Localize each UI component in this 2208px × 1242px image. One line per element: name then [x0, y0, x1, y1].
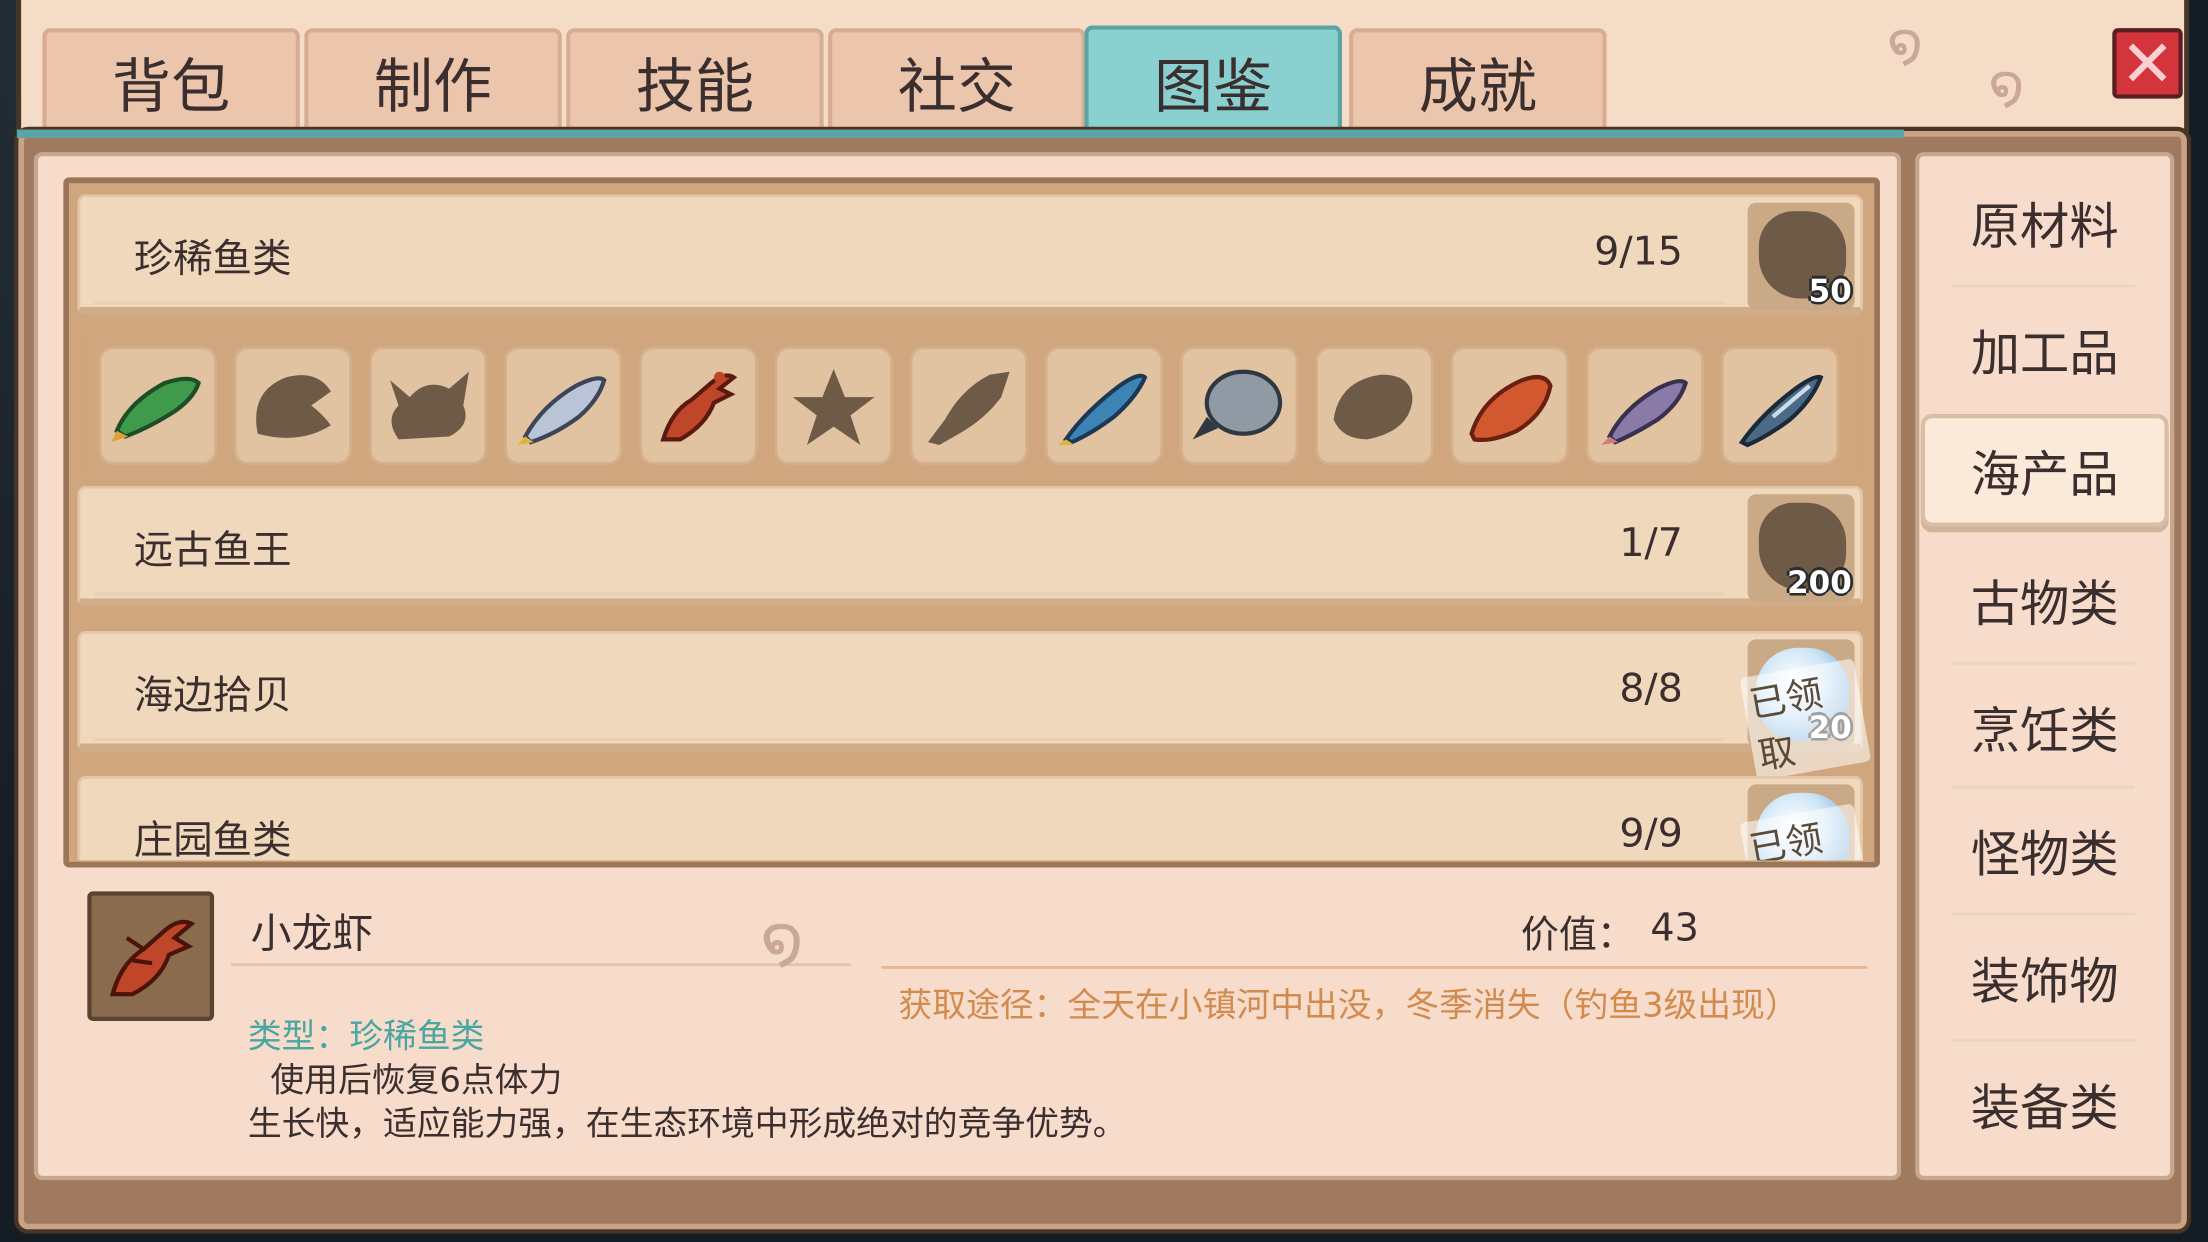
sidebar-item-equipment[interactable]: 装备类 [1921, 1048, 2169, 1161]
unknown-silhouette-icon [256, 375, 331, 438]
sidebar-item-cooking[interactable]: 烹饪类 [1921, 670, 2169, 783]
fish-slot[interactable] [909, 346, 1028, 465]
item-value: 43 [1650, 906, 1699, 951]
item-effect: 使用后恢复6点体力 [270, 1060, 563, 1100]
collection-row-rare-fish[interactable]: 珍稀鱼类 9/15 50 [77, 194, 1864, 316]
collection-row-seaside-shells[interactable]: 海边拾贝 8/8 20已领取 [77, 630, 1872, 781]
sidebar-divider [1951, 1039, 2135, 1043]
item-name: 小龙虾 [250, 909, 374, 958]
fish-slot[interactable] [368, 346, 488, 465]
name-underline [230, 963, 851, 967]
collection-row-manor-fish[interactable]: 庄园鱼类 9/9 已领取 [77, 775, 1864, 861]
tab-crafting[interactable]: 制作 [304, 28, 562, 133]
unknown-silhouette-icon [390, 371, 469, 440]
tab-underline [16, 129, 1904, 139]
tab-achievements[interactable]: 成就 [1349, 28, 1607, 133]
silver-fish-icon [516, 376, 607, 445]
tab-social[interactable]: 社交 [828, 28, 1086, 133]
tab-skills[interactable]: 技能 [566, 28, 824, 133]
sidebar-item-monsters[interactable]: 怪物类 [1921, 794, 2169, 907]
item-description: 生长快，适应能力强，在生态环境中形成绝对的竞争优势。 [247, 1104, 1127, 1144]
collection-progress: 9/15 [1594, 228, 1683, 275]
unknown-silhouette-icon [1333, 374, 1413, 440]
collection-progress: 9/9 [1619, 809, 1683, 857]
tab-backpack[interactable]: 背包 [42, 28, 300, 133]
reward-badge[interactable]: 200 [1747, 494, 1855, 602]
sidebar-item-antiques[interactable]: 古物类 [1921, 544, 2169, 657]
collection-title: 珍稀鱼类 [133, 235, 292, 282]
item-value-label: 价值： [1520, 913, 1635, 958]
reward-badge[interactable]: 50 [1747, 202, 1855, 310]
collection-title: 庄园鱼类 [133, 816, 292, 861]
sidebar-divider [1951, 912, 2135, 916]
sidebar-divider [1951, 785, 2135, 789]
reward-badge[interactable]: 已领取 [1739, 784, 1864, 861]
close-button[interactable]: ✕ [2112, 25, 2183, 102]
close-icon: ✕ [2120, 25, 2175, 102]
sidebar-divider [1951, 284, 2135, 288]
item-source: 获取途径：全天在小镇河中出没，冬季消失（钓鱼3级出现） [898, 985, 1799, 1026]
green-fish-icon [111, 376, 201, 443]
claimed-stamp: 已领取 [1739, 658, 1872, 781]
fish-slot[interactable] [639, 346, 758, 465]
fish-slot[interactable] [233, 346, 353, 465]
sidebar-item-raw-materials[interactable]: 原材料 [1921, 166, 2169, 279]
fish-slot[interactable] [1315, 346, 1434, 465]
sidebar-divider [1951, 661, 2135, 665]
fish-slot[interactable] [1450, 346, 1569, 465]
sidebar-item-processed[interactable]: 加工品 [1921, 293, 2169, 406]
crayfish-icon [660, 371, 738, 442]
collection-row-clip: 庄园鱼类 9/9 已领取 [77, 775, 1864, 861]
collection-title: 海边拾贝 [133, 671, 292, 719]
sidebar-item-seafood[interactable]: 海产品 [1920, 414, 2169, 527]
blue-fish-icon [1057, 373, 1148, 445]
collection-row-ancient-fish-king[interactable]: 远古鱼王 1/7 200 [77, 485, 1864, 607]
unknown-silhouette-icon [928, 371, 1010, 445]
fish-slot[interactable] [504, 346, 623, 465]
grey-round-fish-icon [1192, 369, 1283, 440]
fish-icon-grid [81, 335, 1859, 476]
fish-slot[interactable] [1585, 346, 1704, 465]
collection-progress: 1/7 [1619, 519, 1683, 567]
selected-item-icon-frame [87, 891, 215, 1021]
crayfish-icon [109, 919, 196, 997]
sidebar-item-decorations[interactable]: 装饰物 [1921, 921, 2169, 1034]
row-divider [94, 500, 1726, 596]
claimed-stamp: 已领取 [1739, 803, 1864, 861]
row-divider [94, 790, 1725, 860]
fish-slot[interactable] [1180, 346, 1299, 465]
fish-slot[interactable] [774, 346, 893, 465]
swirl-decoration-icon: ໑ [1988, 53, 2025, 119]
swirl-decoration-icon: ໑ [760, 901, 804, 981]
red-fish-icon [1469, 374, 1553, 442]
fish-slot[interactable] [1720, 346, 1840, 465]
row-divider [94, 208, 1726, 305]
swirl-decoration-icon: ໑ [1886, 11, 1924, 77]
item-type: 类型：珍稀鱼类 [247, 1016, 485, 1057]
fish-slot[interactable] [98, 346, 217, 465]
reward-amount: 200 [1787, 566, 1852, 602]
tab-collection[interactable]: 图鉴 [1084, 25, 1343, 136]
collection-progress: 8/8 [1619, 664, 1683, 712]
fish-slot[interactable] [1044, 346, 1164, 465]
purple-fish-icon [1601, 379, 1688, 445]
tuna-icon [1738, 374, 1824, 448]
collection-title: 远古鱼王 [133, 526, 292, 574]
reward-amount: 50 [1808, 274, 1852, 310]
source-divider [881, 966, 1868, 969]
starfish-silhouette-icon [792, 368, 875, 445]
reward-badge[interactable]: 20已领取 [1739, 639, 1872, 781]
row-divider [94, 645, 1726, 741]
